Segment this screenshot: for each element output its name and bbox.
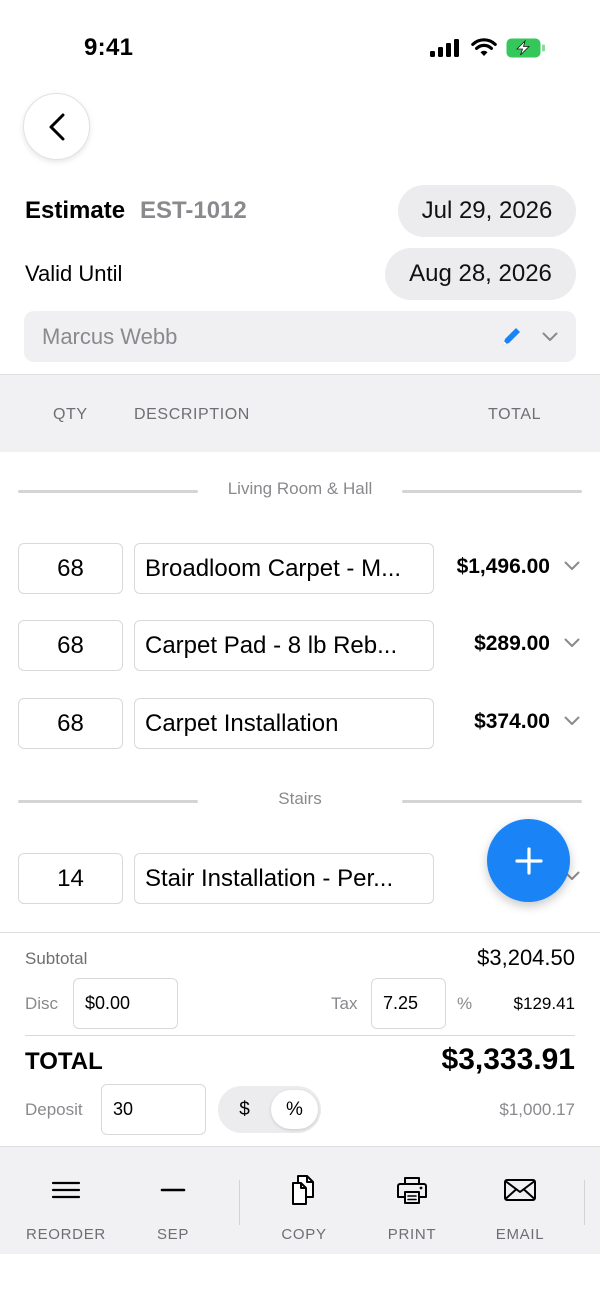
line-total: $374.00 — [474, 710, 550, 733]
deposit-mode-dollar[interactable]: $ — [221, 1090, 268, 1129]
description-input[interactable]: Carpet Pad - 8 lb Reb... — [134, 620, 434, 671]
bottom-toolbar: REORDER SEP COPY PRINT EMAIL — [0, 1146, 600, 1254]
column-header: QTY DESCRIPTION TOTAL — [0, 374, 600, 452]
discount-input[interactable]: $0.00 — [73, 978, 178, 1029]
copy-label: COPY — [281, 1226, 327, 1243]
estimate-date-button[interactable]: Jul 29, 2026 — [398, 185, 576, 237]
pencil-icon[interactable] — [500, 326, 522, 348]
chevron-left-icon — [49, 113, 64, 140]
section-title: Stairs — [278, 789, 322, 808]
reorder-button[interactable]: REORDER — [16, 1147, 116, 1255]
print-button[interactable]: PRINT — [362, 1147, 462, 1255]
totals-panel: Subtotal $3,204.50 Disc $0.00 Tax 7.25 %… — [0, 932, 600, 1146]
column-qty: QTY — [53, 406, 88, 423]
status-icons — [430, 38, 546, 58]
total-value: $3,333.91 — [441, 1043, 575, 1076]
printer-icon — [397, 1177, 427, 1204]
valid-until-date-button[interactable]: Aug 28, 2026 — [385, 248, 576, 300]
toolbar-divider — [239, 1180, 240, 1225]
chevron-down-icon[interactable] — [564, 716, 580, 726]
estimate-label: Estimate — [25, 197, 126, 224]
section-separator[interactable]: Living Room & Hall — [18, 479, 582, 503]
client-actions — [500, 326, 558, 348]
description-input[interactable]: Broadloom Carpet - M... — [134, 543, 434, 594]
chevron-down-icon[interactable] — [564, 561, 580, 571]
tax-percent-symbol: % — [457, 994, 473, 1013]
print-label: PRINT — [387, 1226, 437, 1243]
description-input[interactable]: Stair Installation - Per... — [134, 853, 434, 904]
separator-button[interactable]: SEP — [123, 1147, 223, 1255]
qty-input[interactable]: 68 — [18, 620, 123, 671]
wifi-icon — [471, 38, 497, 56]
estimate-number: EST-1012 — [140, 197, 247, 224]
client-selector[interactable]: Marcus Webb — [24, 311, 576, 362]
plus-icon — [514, 846, 543, 875]
separator-line — [402, 800, 582, 803]
copy-button[interactable]: COPY — [254, 1147, 354, 1255]
total-label: TOTAL — [25, 1048, 103, 1075]
battery-charging-icon — [506, 38, 545, 58]
line-item[interactable]: 68 Carpet Pad - 8 lb Reb... $289.00 — [18, 620, 582, 672]
chevron-down-icon[interactable] — [542, 332, 558, 342]
line-item[interactable]: 68 Carpet Installation $374.00 — [18, 698, 582, 750]
status-bar: 9:41 — [0, 0, 600, 96]
line-total: $289.00 — [474, 632, 550, 655]
valid-until-label: Valid Until — [25, 261, 123, 286]
separator-label: SEP — [156, 1226, 190, 1243]
deposit-amount: $1,000.17 — [499, 1100, 575, 1119]
section-separator[interactable]: Stairs — [18, 789, 582, 813]
tax-label: Tax — [331, 994, 358, 1013]
qty-input[interactable]: 14 — [18, 853, 123, 904]
column-total: TOTAL — [488, 406, 542, 423]
status-time: 9:41 — [84, 34, 134, 61]
back-button[interactable] — [23, 93, 90, 160]
divider — [25, 1035, 575, 1036]
client-name: Marcus Webb — [42, 323, 178, 349]
subtotal-value: $3,204.50 — [477, 945, 575, 970]
envelope-icon — [504, 1179, 536, 1201]
email-label: EMAIL — [495, 1226, 545, 1243]
reorder-icon — [51, 1181, 81, 1199]
description-input[interactable]: Carpet Installation — [134, 698, 434, 749]
reorder-label: REORDER — [26, 1226, 106, 1243]
deposit-mode-percent[interactable]: % — [271, 1090, 318, 1129]
deposit-mode-toggle[interactable]: $ % — [218, 1086, 321, 1133]
qty-input[interactable]: 68 — [18, 698, 123, 749]
chevron-down-icon[interactable] — [564, 638, 580, 648]
separator-line — [402, 490, 582, 493]
signal-icon — [430, 39, 459, 57]
qty-input[interactable]: 68 — [18, 543, 123, 594]
copy-icon — [292, 1175, 314, 1205]
deposit-input[interactable]: 30 — [101, 1084, 206, 1135]
line-item[interactable]: 68 Broadloom Carpet - M... $1,496.00 — [18, 543, 582, 595]
tax-rate-input[interactable]: 7.25 — [371, 978, 446, 1029]
subtotal-label: Subtotal — [25, 949, 88, 968]
section-title: Living Room & Hall — [227, 479, 373, 498]
toolbar-divider — [584, 1180, 585, 1225]
minus-icon — [160, 1188, 186, 1192]
discount-label: Disc — [25, 994, 59, 1013]
tax-amount: $129.41 — [513, 994, 575, 1013]
column-description: DESCRIPTION — [134, 406, 250, 423]
deposit-label: Deposit — [25, 1100, 83, 1119]
add-item-button[interactable] — [487, 819, 570, 902]
line-total: $1,496.00 — [456, 555, 550, 578]
email-button[interactable]: EMAIL — [470, 1147, 570, 1255]
